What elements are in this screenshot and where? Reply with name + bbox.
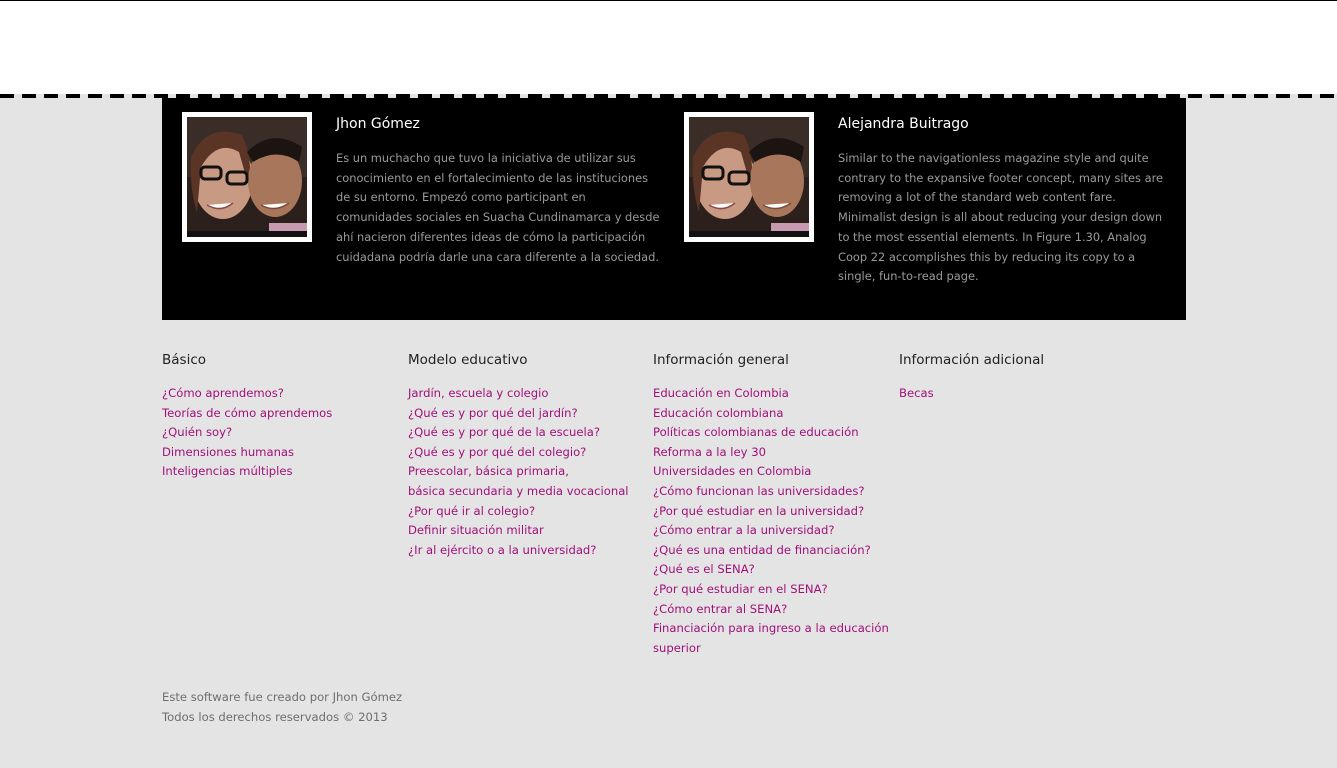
- author-bio-line: Minimalist design is all about reducing …: [838, 210, 1163, 225]
- footer-column-title: Básico: [162, 352, 207, 368]
- author-bio: Similar to the navigationless magazine s…: [838, 149, 1168, 287]
- footer-link[interactable]: Políticas colombianas de educación: [653, 423, 893, 443]
- footer-link[interactable]: superior: [653, 639, 893, 659]
- footer-column-modelo-educativo: Modelo educativo Jardín, escuela y coleg…: [408, 350, 648, 560]
- footer-link[interactable]: Financiación para ingreso a la educación: [653, 619, 893, 639]
- author-bio-line: conocimiento en el fortalecimiento de la…: [336, 170, 649, 185]
- author-bio-line: Coop 22 accomplishes this by reducing it…: [838, 249, 1136, 264]
- footer-link-list: Educación en Colombia Educación colombia…: [653, 384, 893, 658]
- author-photo: [684, 112, 814, 242]
- footer-link[interactable]: Universidades en Colombia: [653, 462, 893, 482]
- credits: Este software fue creado por Jhon Gómez …: [162, 688, 402, 727]
- footer-link[interactable]: ¿Quién soy?: [162, 423, 402, 443]
- author-bio-line: comunidades sociales en Suacha Cundinama…: [336, 210, 660, 225]
- footer-column-informacion-general: Información general Educación en Colombi…: [653, 350, 893, 658]
- footer-link[interactable]: ¿Qué es una entidad de financiación?: [653, 541, 893, 561]
- footer-link[interactable]: ¿Cómo entrar a la universidad?: [653, 521, 893, 541]
- footer-link[interactable]: ¿Cómo entrar al SENA?: [653, 600, 893, 620]
- footer-link-list: Becas: [899, 384, 1139, 404]
- footer-link[interactable]: ¿Por qué estudiar en el SENA?: [653, 580, 893, 600]
- author-bio-line: removing a lot of the standard web conte…: [838, 190, 1116, 205]
- top-header-band: [0, 0, 1337, 94]
- copyright-line: Todos los derechos reservados © 2013: [162, 709, 388, 724]
- footer-link[interactable]: Becas: [899, 384, 1139, 404]
- footer-link[interactable]: ¿Por qué ir al colegio?: [408, 502, 648, 522]
- author-bio-line: de su entorno. Empezó como participant e…: [336, 190, 586, 205]
- footer-link[interactable]: Dimensiones humanas: [162, 443, 402, 463]
- footer-link[interactable]: Jardín, escuela y colegio: [408, 384, 648, 404]
- author-bio-line: Es un muchacho que tuvo la iniciativa de…: [336, 151, 636, 165]
- footer-column-informacion-adicional: Información adicional Becas: [899, 350, 1139, 404]
- footer-link[interactable]: Reforma a la ley 30: [653, 443, 893, 463]
- author-bio-line: Similar to the navigationless magazine s…: [838, 151, 1149, 165]
- author-name: Jhon Gómez: [336, 116, 420, 132]
- footer-link[interactable]: Educación en Colombia: [653, 384, 893, 404]
- author-photo: [182, 112, 312, 242]
- footer-column-title: Información adicional: [899, 352, 1045, 368]
- author-bio-line: contrary to the expansive footer concept…: [838, 170, 1164, 185]
- footer-column-title: Información general: [653, 352, 789, 368]
- footer-link[interactable]: Educación colombiana: [653, 404, 893, 424]
- footer-column-title: Modelo educativo: [408, 352, 528, 368]
- authors-section: Jhon Gómez Es un muchacho que tuvo la in…: [162, 98, 1186, 320]
- author-bio: Es un muchacho que tuvo la iniciativa de…: [336, 149, 666, 267]
- footer-link[interactable]: Teorías de cómo aprendemos: [162, 404, 402, 424]
- footer-column-basico: Básico ¿Cómo aprendemos? Teorías de cómo…: [162, 350, 402, 482]
- author-photo-image: [187, 117, 307, 237]
- author-photo-image: [689, 117, 809, 237]
- footer-link[interactable]: Preescolar, básica primaria,: [408, 462, 648, 482]
- credits-author-line: Este software fue creado por Jhon Gómez: [162, 690, 403, 704]
- footer-link[interactable]: básica secundaria y media vocacional: [408, 482, 648, 502]
- footer-link[interactable]: ¿Qué es el SENA?: [653, 560, 893, 580]
- author-bio-line: to the most essential elements. In Figur…: [838, 229, 1147, 244]
- author-bio-line: ahí nacieron diferentes ideas de cómo la…: [336, 229, 646, 244]
- author-bio-line: single, fun-to-read page.: [838, 269, 979, 284]
- footer-link[interactable]: ¿Qué es y por qué de la escuela?: [408, 423, 648, 443]
- footer-link-list: Jardín, escuela y colegio ¿Qué es y por …: [408, 384, 648, 560]
- footer-link[interactable]: ¿Ir al ejército o a la universidad?: [408, 541, 648, 561]
- author-bio-line: cuidadana podría darle una cara diferent…: [336, 249, 659, 264]
- author-name: Alejandra Buitrago: [838, 116, 969, 132]
- footer-link[interactable]: ¿Por qué estudiar en la universidad?: [653, 502, 893, 522]
- footer-link[interactable]: ¿Qué es y por qué del colegio?: [408, 443, 648, 463]
- footer-link[interactable]: ¿Cómo aprendemos?: [162, 384, 402, 404]
- footer-link-list: ¿Cómo aprendemos? Teorías de cómo aprend…: [162, 384, 402, 482]
- footer-link[interactable]: Definir situación militar: [408, 521, 648, 541]
- footer-link[interactable]: Inteligencias múltiples: [162, 462, 402, 482]
- footer-link[interactable]: ¿Qué es y por qué del jardín?: [408, 404, 648, 424]
- footer-link[interactable]: ¿Cómo funcionan las universidades?: [653, 482, 893, 502]
